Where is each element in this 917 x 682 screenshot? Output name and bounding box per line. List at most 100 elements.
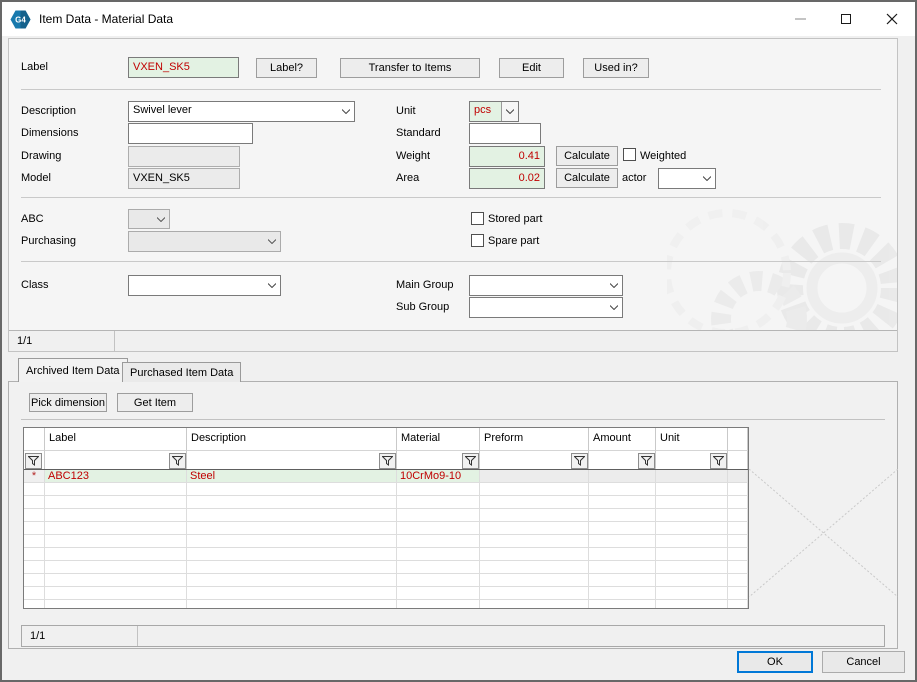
calculate-area-button[interactable]: Calculate xyxy=(556,168,618,188)
grid-empty-cell xyxy=(187,509,397,522)
transfer-to-items-button[interactable]: Transfer to Items xyxy=(340,58,480,78)
cell-preform[interactable] xyxy=(480,470,589,483)
grid-empty-cell xyxy=(728,574,748,587)
close-icon[interactable] xyxy=(869,2,915,36)
grid-header-preform[interactable]: Preform xyxy=(480,428,589,450)
grid-empty-row xyxy=(24,496,748,509)
grid-empty-cell xyxy=(187,535,397,548)
main-group-combo[interactable] xyxy=(469,275,623,296)
cell-amount[interactable] xyxy=(589,470,656,483)
filter-funnel-icon[interactable] xyxy=(462,453,479,469)
filter-cell-material[interactable] xyxy=(397,450,480,469)
grid-empty-row xyxy=(24,587,748,600)
grid-empty-cell xyxy=(187,561,397,574)
filter-funnel-icon[interactable] xyxy=(710,453,727,469)
filter-funnel-icon[interactable] xyxy=(571,453,588,469)
filter-cell-preform[interactable] xyxy=(480,450,589,469)
cancel-button[interactable]: Cancel xyxy=(822,651,905,673)
cell-label[interactable]: ABC123 xyxy=(45,470,187,483)
dimensions-caption: Dimensions xyxy=(21,127,78,139)
dimensions-input[interactable] xyxy=(128,123,253,144)
grid-empty-cell xyxy=(45,535,187,548)
description-combo[interactable]: Swivel lever xyxy=(128,101,355,122)
cell-material[interactable]: 10CrMo9-10 xyxy=(397,470,480,483)
standard-input[interactable] xyxy=(469,123,541,144)
factor-combo[interactable] xyxy=(658,168,716,189)
grid-header-amount[interactable]: Amount xyxy=(589,428,656,450)
filter-cell-marker xyxy=(24,450,45,469)
get-item-button[interactable]: Get Item xyxy=(117,393,193,412)
edit-button[interactable]: Edit xyxy=(499,58,564,78)
grid-empty-cell xyxy=(397,548,480,561)
grid-empty-cell xyxy=(589,535,656,548)
grid-empty-cell xyxy=(45,548,187,561)
pick-dimension-button[interactable]: Pick dimension xyxy=(29,393,107,412)
main-group-caption: Main Group xyxy=(396,279,453,291)
filter-cell-description[interactable] xyxy=(187,450,397,469)
cell-description[interactable]: Steel xyxy=(187,470,397,483)
grid-empty-cell xyxy=(480,600,589,609)
tab-archived-item-data[interactable]: Archived Item Data xyxy=(18,358,128,382)
spare-part-checkbox[interactable] xyxy=(471,234,484,247)
grid-empty-cell xyxy=(480,496,589,509)
cell-unit[interactable] xyxy=(656,470,728,483)
archived-item-data-page: Pick dimension Get Item Label Descriptio… xyxy=(8,381,898,649)
class-caption: Class xyxy=(21,279,49,291)
purchasing-caption: Purchasing xyxy=(21,235,76,247)
grid-empty-cell xyxy=(480,535,589,548)
weighted-checkbox[interactable] xyxy=(623,148,636,161)
separator xyxy=(21,197,881,198)
weight-input[interactable]: 0.41 xyxy=(469,146,545,167)
grid-empty-cell xyxy=(656,535,728,548)
grid-record-navigator: 1/1 xyxy=(21,625,885,647)
filter-cell-amount[interactable] xyxy=(589,450,656,469)
grid-empty-cell xyxy=(656,574,728,587)
grid-empty-cell xyxy=(480,548,589,561)
grid-empty-cell xyxy=(187,522,397,535)
sub-group-combo[interactable] xyxy=(469,297,623,318)
maximize-icon[interactable] xyxy=(823,2,869,36)
calculate-weight-button[interactable]: Calculate xyxy=(556,146,618,166)
grid-header-description[interactable]: Description xyxy=(187,428,397,450)
item-data-dialog: G4 Item Data - Material Data Label VXE xyxy=(0,0,917,682)
unit-combo[interactable]: pcs xyxy=(469,101,519,122)
grid-empty-cell xyxy=(397,483,480,496)
grid-empty-cell xyxy=(656,509,728,522)
grid-header-material[interactable]: Material xyxy=(397,428,480,450)
filter-funnel-icon[interactable] xyxy=(169,453,186,469)
filter-funnel-icon[interactable] xyxy=(638,453,655,469)
grid-empty-cell xyxy=(656,496,728,509)
purchasing-value xyxy=(129,232,263,251)
title-bar: G4 Item Data - Material Data xyxy=(2,2,915,36)
grid-empty-row xyxy=(24,600,748,609)
grid-empty-cell xyxy=(480,483,589,496)
grid-data-row[interactable]: * ABC123 Steel 10CrMo9-10 xyxy=(24,470,748,483)
grid-empty-cell xyxy=(589,587,656,600)
area-input[interactable]: 0.02 xyxy=(469,168,545,189)
grid-empty-cell xyxy=(728,600,748,609)
filter-funnel-icon[interactable] xyxy=(379,453,396,469)
grid-empty-cell xyxy=(397,574,480,587)
label-question-button[interactable]: Label? xyxy=(256,58,317,78)
grid-header-filler xyxy=(728,428,748,450)
ok-button[interactable]: OK xyxy=(737,651,813,673)
window-controls xyxy=(777,2,915,36)
stored-part-checkbox[interactable] xyxy=(471,212,484,225)
grid-empty-cell xyxy=(656,483,728,496)
chevron-down-icon xyxy=(337,102,354,121)
tab-purchased-item-data[interactable]: Purchased Item Data xyxy=(122,362,241,382)
minimize-icon[interactable] xyxy=(777,2,823,36)
grid-empty-cell xyxy=(589,574,656,587)
filter-cell-label[interactable] xyxy=(45,450,187,469)
label-input[interactable]: VXEN_SK5 xyxy=(128,57,239,78)
cell-filler xyxy=(728,470,748,483)
used-in-button[interactable]: Used in? xyxy=(583,58,649,78)
filter-cell-unit[interactable] xyxy=(656,450,728,469)
grid-empty-cell xyxy=(397,587,480,600)
grid-header-label[interactable]: Label xyxy=(45,428,187,450)
grid-empty-cell xyxy=(589,561,656,574)
filter-funnel-icon[interactable] xyxy=(25,453,42,469)
grid-empty-cell xyxy=(24,535,45,548)
grid-header-unit[interactable]: Unit xyxy=(656,428,728,450)
class-combo[interactable] xyxy=(128,275,281,296)
